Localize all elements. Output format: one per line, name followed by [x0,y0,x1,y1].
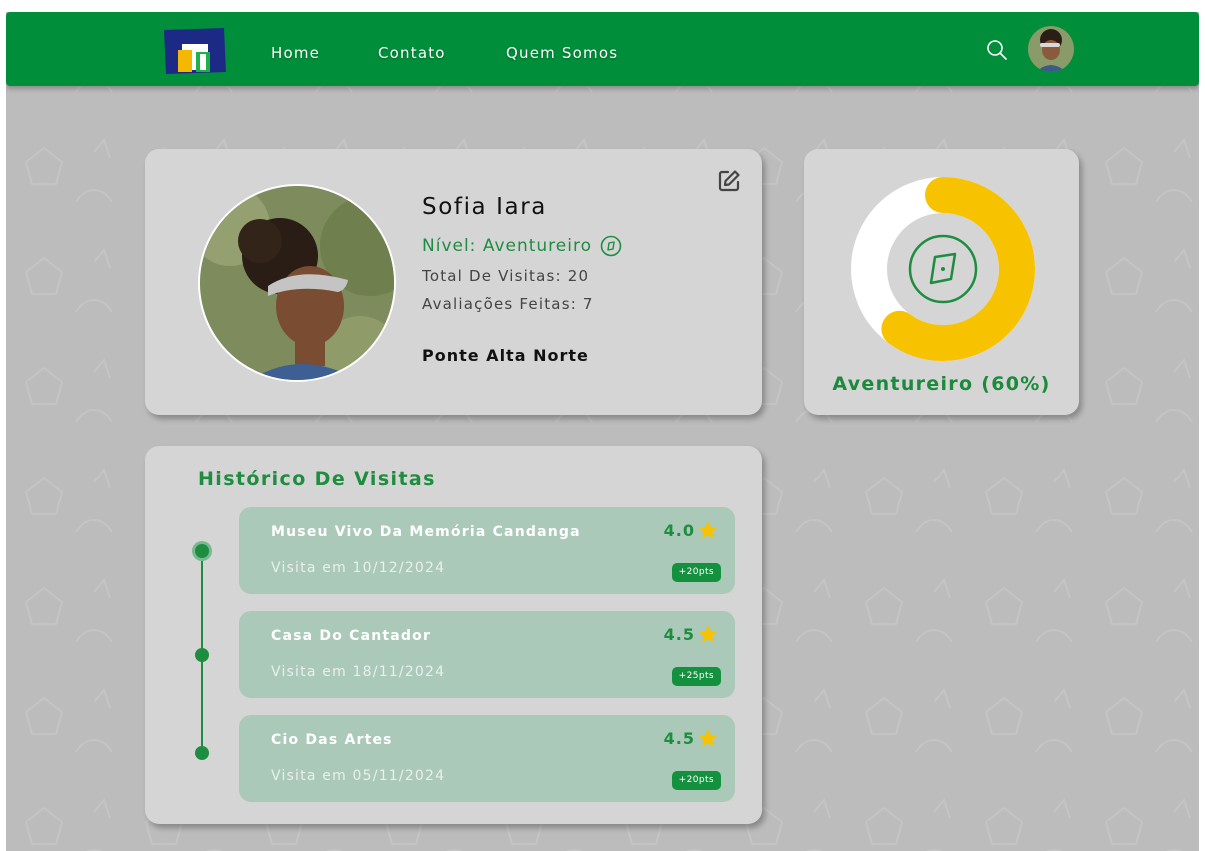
visit-name: Casa Do Cantador [271,628,432,644]
rating-value: 4.5 [663,624,695,644]
visit-item[interactable]: Museu Vivo Da Memória Candanga Visita em… [239,507,735,594]
star-icon [698,520,718,539]
visit-name: Cio Das Artes [271,732,393,748]
top-navbar: Home Contato Quem Somos [6,12,1199,86]
visit-item[interactable]: Casa Do Cantador Visita em 18/11/2024 4.… [239,611,735,698]
nav-link-home[interactable]: Home [271,44,320,62]
profile-level: Nível: Aventureiro [422,235,622,257]
visit-rating: 4.0 [664,519,719,541]
visit-history-card: Histórico De Visitas Museu Vivo Da Memór… [145,446,762,824]
rating-value: 4.5 [663,728,695,748]
reviews-count: Avaliações Feitas: 7 [422,295,594,313]
profile-name: Sofia Iara [422,194,547,220]
profile-city: Ponte Alta Norte [422,346,589,365]
level-progress-label: Aventureiro (60%) [832,373,1051,395]
visit-date: Visita em 10/12/2024 [271,560,446,576]
total-visits: Total De Visitas: 20 [422,267,590,285]
level-progress-ring [851,177,1035,361]
visit-date: Visita em 05/11/2024 [271,768,446,784]
avatar-image [1028,26,1074,72]
history-title: Histórico De Visitas [198,468,436,490]
visit-date: Visita em 18/11/2024 [271,664,446,680]
profile-level-label: Nível: Aventureiro [422,236,592,256]
visit-item[interactable]: Cio Das Artes Visita em 05/11/2024 4.5 +… [239,715,735,802]
points-badge: +20pts [671,563,721,582]
points-badge: +20pts [671,771,721,790]
visit-name: Museu Vivo Da Memória Candanga [271,524,581,540]
visit-rating: 4.5 [664,623,719,645]
profile-photo [198,184,396,382]
compass-icon [908,234,978,304]
app-frame: Home Contato Quem Somos Sofia Iara Nível… [6,12,1199,851]
user-avatar[interactable] [1028,26,1074,72]
profile-card: Sofia Iara Nível: Aventureiro Total De V… [145,149,762,415]
search-icon[interactable] [986,39,1008,61]
points-badge: +25pts [671,667,721,686]
level-card: Aventureiro (60%) [804,149,1079,415]
timeline [192,541,212,760]
compass-icon [600,235,622,257]
star-icon [698,728,718,747]
logo-icon[interactable] [160,26,230,76]
rating-value: 4.0 [663,520,695,540]
visit-rating: 4.5 [664,727,719,749]
nav-link-contato[interactable]: Contato [378,44,446,62]
nav-link-quem-somos[interactable]: Quem Somos [506,44,618,62]
star-icon [698,624,718,643]
edit-icon[interactable] [717,169,741,193]
